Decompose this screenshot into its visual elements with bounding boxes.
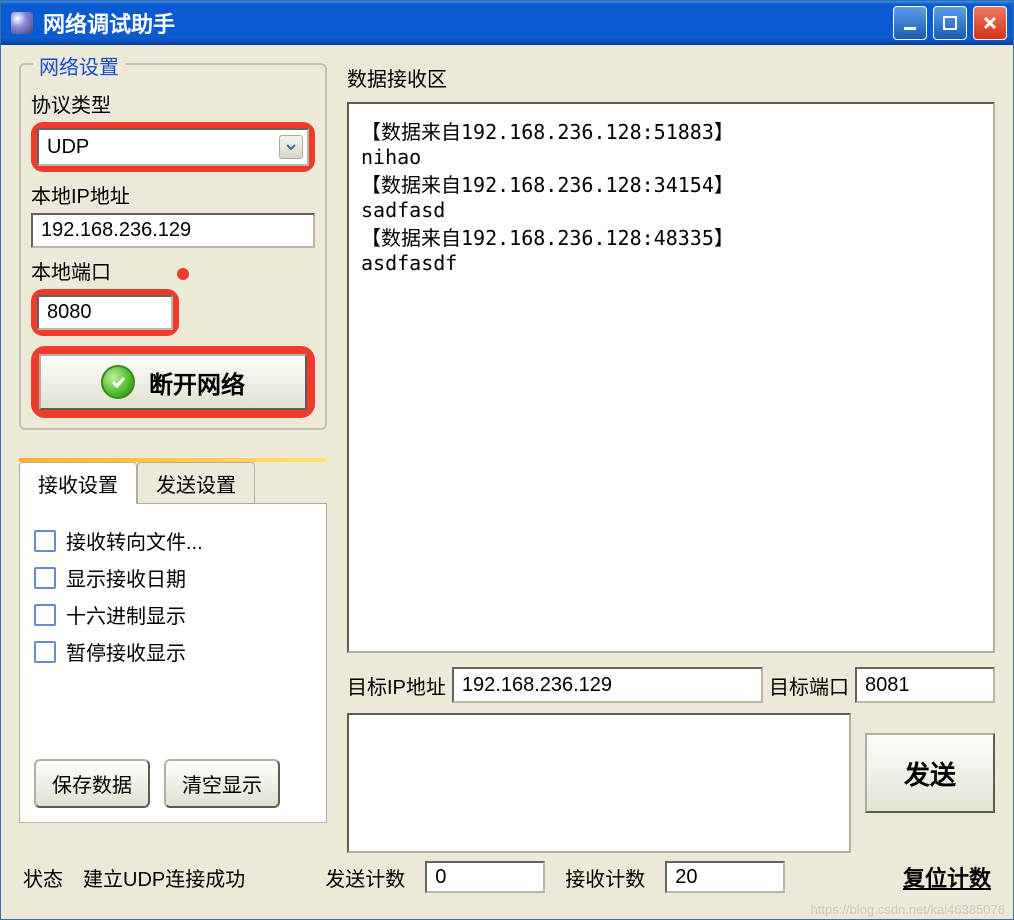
target-row: 目标IP地址 目标端口 [347, 667, 995, 703]
red-dot-icon [177, 268, 189, 280]
target-ip-input[interactable] [452, 667, 763, 703]
network-settings-legend: 网络设置 [33, 51, 125, 80]
recv-count-value[interactable] [665, 861, 785, 893]
target-ip-label: 目标IP地址 [347, 671, 446, 700]
recv-settings-panel: 接收转向文件... 显示接收日期 十六进制显示 暂停接收显示 [19, 503, 327, 823]
maximize-button[interactable] [933, 6, 967, 40]
hex-display-label: 十六进制显示 [66, 600, 186, 629]
client-area: 网络设置 协议类型 UDP 本地IP地址 [1, 45, 1013, 919]
send-count-value[interactable] [425, 861, 545, 893]
save-data-button[interactable]: 保存数据 [34, 759, 150, 808]
status-bar: 状态 建立UDP连接成功 发送计数 接收计数 复位计数 [19, 853, 995, 893]
recv-area-label: 数据接收区 [347, 63, 995, 92]
local-ip-input[interactable] [31, 213, 315, 248]
window-buttons [893, 6, 1007, 40]
tab-send-settings[interactable]: 发送设置 [137, 462, 255, 504]
tab-recv-settings[interactable]: 接收设置 [19, 462, 137, 504]
reset-count-link[interactable]: 复位计数 [903, 861, 991, 893]
watermark: https://blog.csdn.net/kai46385076 [811, 902, 1005, 917]
protocol-highlight: UDP [31, 122, 315, 172]
local-ip-label: 本地IP地址 [31, 180, 315, 209]
show-date-label: 显示接收日期 [66, 563, 186, 592]
send-button[interactable]: 发送 [865, 733, 995, 813]
disconnect-highlight: 断开网络 [31, 346, 315, 418]
redirect-file-checkbox[interactable] [34, 530, 56, 552]
local-port-input[interactable] [37, 295, 173, 330]
check-circle-icon [101, 365, 135, 399]
target-port-label: 目标端口 [769, 671, 849, 700]
pause-display-checkbox[interactable] [34, 641, 56, 663]
send-text-input[interactable] [347, 713, 851, 853]
app-window: 网络调试助手 网络设置 协议类型 [0, 0, 1014, 920]
window-title: 网络调试助手 [43, 7, 893, 39]
close-button[interactable] [973, 6, 1007, 40]
titlebar: 网络调试助手 [1, 1, 1013, 45]
port-highlight [31, 289, 179, 336]
send-row: 发送 [347, 713, 995, 853]
disconnect-button[interactable]: 断开网络 [39, 354, 307, 410]
status-text: 建立UDP连接成功 [83, 863, 245, 892]
hex-display-checkbox[interactable] [34, 604, 56, 626]
redirect-file-label: 接收转向文件... [66, 526, 203, 555]
clear-display-button[interactable]: 清空显示 [164, 759, 280, 808]
target-port-input[interactable] [855, 667, 995, 703]
minimize-button[interactable] [893, 6, 927, 40]
app-icon [11, 12, 33, 34]
send-count-label: 发送计数 [325, 863, 405, 892]
show-date-checkbox[interactable] [34, 567, 56, 589]
pause-display-label: 暂停接收显示 [66, 637, 186, 666]
network-settings-group: 网络设置 协议类型 UDP 本地IP地址 [19, 63, 327, 430]
protocol-select[interactable]: UDP [37, 128, 309, 166]
protocol-type-label: 协议类型 [31, 89, 315, 118]
status-label: 状态 [23, 863, 63, 892]
recv-area[interactable]: 【数据来自192.168.236.128:51883】 nihao 【数据来自1… [347, 102, 995, 653]
settings-tabs: 接收设置 发送设置 接收转向文件... 显示接收日期 [19, 458, 327, 823]
recv-count-label: 接收计数 [565, 863, 645, 892]
local-port-label: 本地端口 [31, 256, 315, 285]
